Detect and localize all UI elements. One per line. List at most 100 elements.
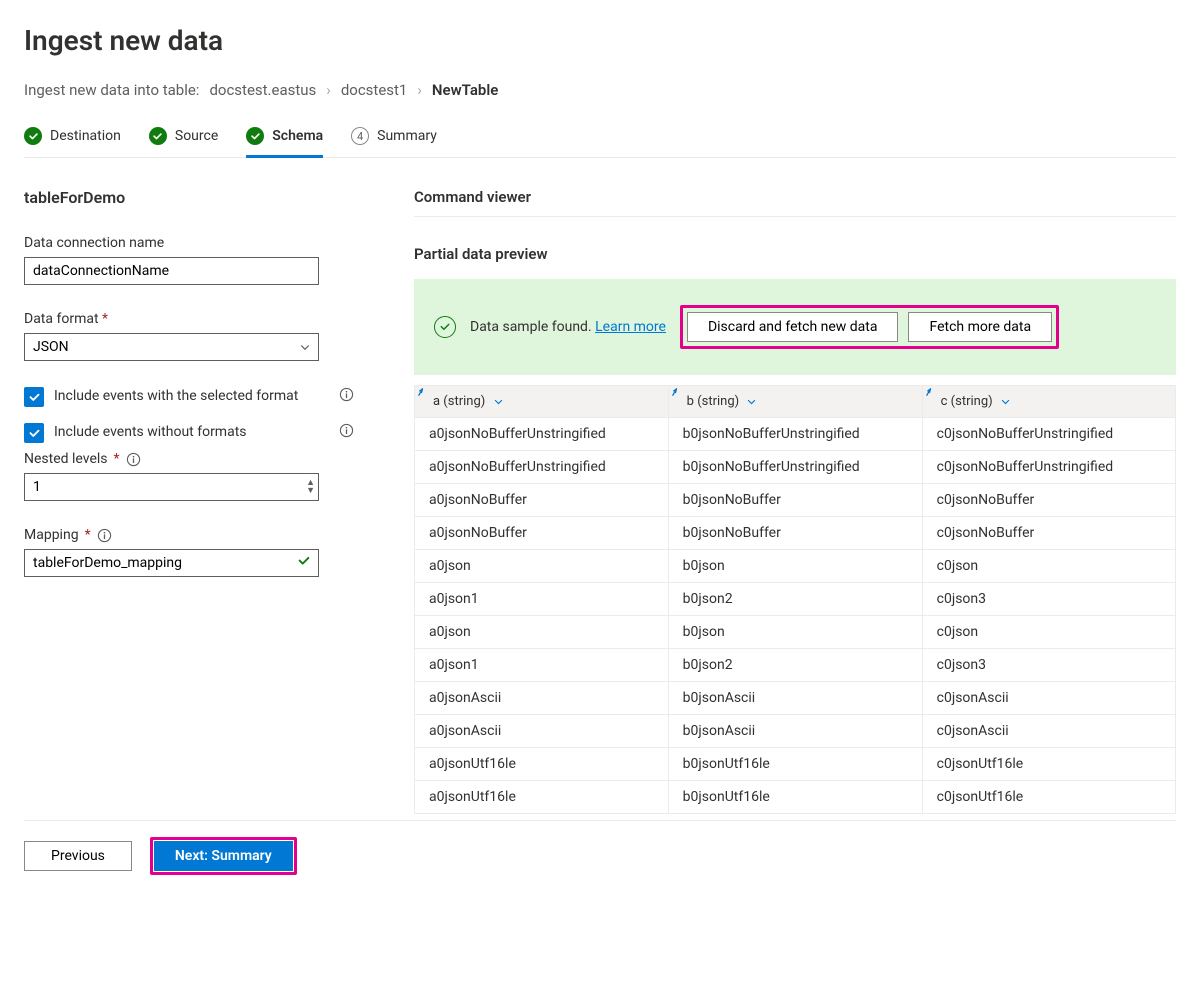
breadcrumb: Ingest new data into table: docstest.eas… [24,81,1176,99]
table-cell: c0jsonNoBufferUnstringified [922,451,1175,484]
new-column-icon [671,387,682,398]
include-selected-format-checkbox[interactable] [24,387,44,407]
step-schema-label: Schema [272,128,323,144]
chevron-down-icon [493,396,504,407]
step-number-icon: 4 [351,127,369,145]
table-cell: b0jsonUtf16le [668,748,922,781]
info-icon[interactable] [126,452,141,467]
step-source-label: Source [175,128,218,144]
table-cell: a0jsonNoBuffer [415,517,669,550]
table-cell: a0json1 [415,649,669,682]
table-cell: a0json [415,550,669,583]
section-title: tableForDemo [24,188,354,207]
table-cell: c0json3 [922,649,1175,682]
footer-bar: Previous Next: Summary [24,820,1176,895]
info-icon[interactable] [339,387,354,402]
page-title: Ingest new data [24,24,1176,57]
checkmark-icon [246,127,264,145]
table-row: a0json1b0json2c0json3 [415,583,1176,616]
table-row: a0jsonNoBufferUnstringifiedb0jsonNoBuffe… [415,451,1176,484]
chevron-right-icon: › [326,81,331,99]
partial-preview-title: Partial data preview [414,245,1176,263]
include-without-formats-label: Include events without formats [54,423,354,442]
table-row: a0jsonb0jsonc0json [415,616,1176,649]
table-cell: b0json [668,550,922,583]
breadcrumb-table[interactable]: NewTable [432,81,498,99]
table-cell: a0jsonAscii [415,682,669,715]
table-cell: c0json [922,550,1175,583]
table-row: a0jsonUtf16leb0jsonUtf16lec0jsonUtf16le [415,781,1176,814]
command-viewer-title: Command viewer [414,188,1176,217]
step-schema[interactable]: Schema [246,127,323,157]
table-cell: c0jsonAscii [922,715,1175,748]
table-cell: a0json1 [415,583,669,616]
table-cell: a0jsonAscii [415,715,669,748]
info-icon[interactable] [97,528,112,543]
table-cell: b0jsonNoBufferUnstringified [668,451,922,484]
table-cell: c0json [922,616,1175,649]
table-cell: a0jsonNoBufferUnstringified [415,451,669,484]
table-cell: c0jsonUtf16le [922,781,1175,814]
new-column-icon [417,387,428,398]
breadcrumb-database[interactable]: docstest1 [341,81,408,99]
mapping-input[interactable] [24,549,319,577]
data-connection-name-label: Data connection name [24,235,354,251]
table-cell: c0json3 [922,583,1175,616]
chevron-down-icon [1000,396,1011,407]
breadcrumb-prefix: Ingest new data into table: [24,81,199,99]
data-format-select[interactable]: JSON [24,333,319,361]
table-cell: b0json2 [668,649,922,682]
mapping-label: Mapping [24,527,79,543]
checkmark-icon [149,127,167,145]
step-destination-label: Destination [50,128,121,144]
column-header-b[interactable]: b (string) [668,386,922,418]
table-cell: b0jsonAscii [668,715,922,748]
table-cell: b0jsonNoBuffer [668,484,922,517]
nested-levels-label: Nested levels [24,451,108,467]
column-header-a[interactable]: a (string) [415,386,669,418]
table-row: a0jsonb0jsonc0json [415,550,1176,583]
step-summary-label: Summary [377,128,437,144]
table-row: a0jsonAsciib0jsonAsciic0jsonAscii [415,682,1176,715]
data-connection-name-input[interactable] [24,257,319,285]
step-destination[interactable]: Destination [24,127,121,157]
table-cell: a0jsonNoBufferUnstringified [415,418,669,451]
spinner-down-icon[interactable]: ▼ [306,487,315,495]
table-row: a0jsonNoBufferb0jsonNoBufferc0jsonNoBuff… [415,517,1176,550]
fetch-more-button[interactable]: Fetch more data [908,312,1052,342]
column-header-c[interactable]: c (string) [922,386,1175,418]
checkmark-icon [297,554,311,572]
table-cell: b0jsonUtf16le [668,781,922,814]
table-row: a0jsonNoBufferb0jsonNoBufferc0jsonNoBuff… [415,484,1176,517]
table-cell: b0json [668,616,922,649]
table-cell: c0jsonNoBufferUnstringified [922,418,1175,451]
chevron-right-icon: › [417,81,422,99]
table-cell: a0jsonUtf16le [415,781,669,814]
table-cell: a0jsonUtf16le [415,748,669,781]
previous-button[interactable]: Previous [24,841,132,871]
table-row: a0jsonUtf16leb0jsonUtf16lec0jsonUtf16le [415,748,1176,781]
table-cell: b0jsonNoBufferUnstringified [668,418,922,451]
new-column-icon [925,387,936,398]
nested-levels-input[interactable] [24,473,319,501]
step-source[interactable]: Source [149,127,218,157]
checkmark-icon [24,127,42,145]
learn-more-link[interactable]: Learn more [595,319,666,335]
table-row: a0json1b0json2c0json3 [415,649,1176,682]
status-banner: Data sample found. Learn more Discard an… [414,279,1176,375]
chevron-down-icon [746,396,757,407]
table-cell: b0json2 [668,583,922,616]
discard-fetch-button[interactable]: Discard and fetch new data [687,312,899,342]
table-cell: a0json [415,616,669,649]
info-icon[interactable] [339,423,354,438]
table-cell: b0jsonNoBuffer [668,517,922,550]
table-cell: c0jsonUtf16le [922,748,1175,781]
preview-table: a (string) b (string) c [414,385,1176,814]
table-row: a0jsonNoBufferUnstringifiedb0jsonNoBuffe… [415,418,1176,451]
include-without-formats-checkbox[interactable] [24,423,44,443]
breadcrumb-cluster[interactable]: docstest.eastus [209,81,316,99]
table-row: a0jsonAsciib0jsonAsciic0jsonAscii [415,715,1176,748]
next-summary-button[interactable]: Next: Summary [154,841,293,871]
step-summary[interactable]: 4 Summary [351,127,437,157]
banner-text: Data sample found. [470,319,592,335]
